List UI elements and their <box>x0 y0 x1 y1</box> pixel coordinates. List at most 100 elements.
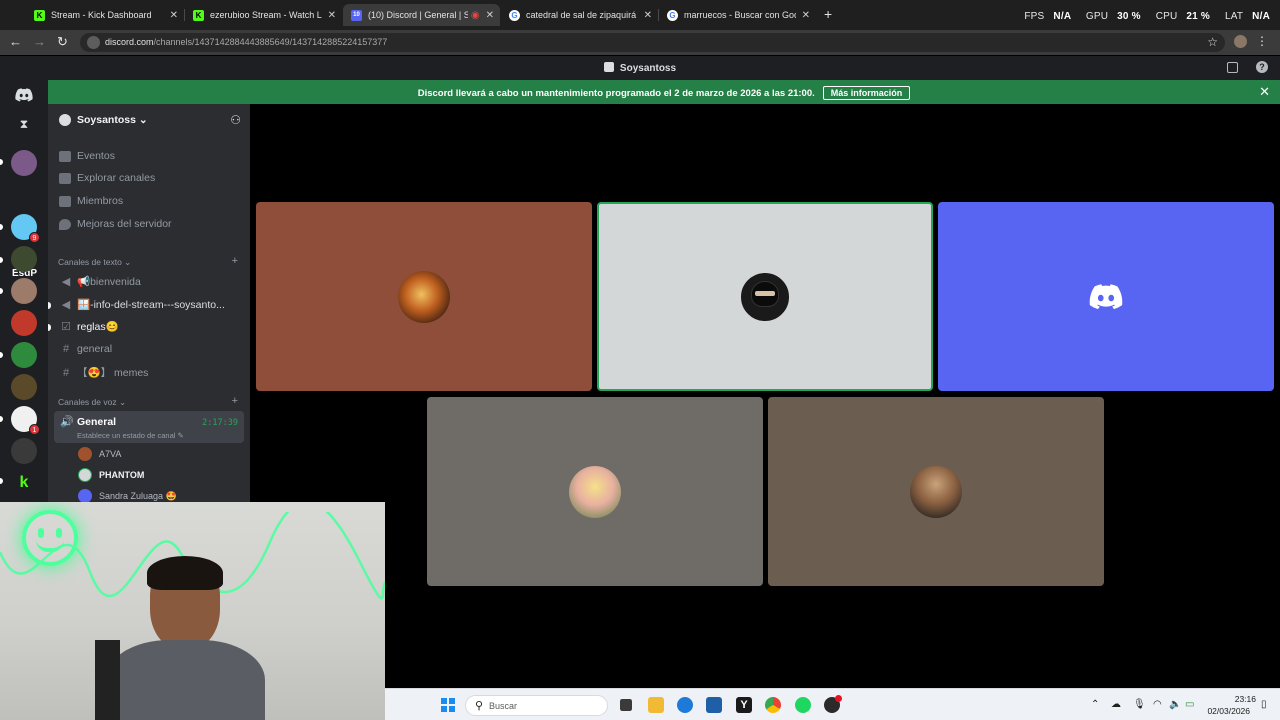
taskbar-search[interactable]: ⚲ Buscar <box>465 695 608 716</box>
server-name-text: Soysantoss <box>77 114 136 126</box>
text-channels-category[interactable]: Canales de texto ⌄ <box>58 257 131 268</box>
clock-time[interactable]: 23:16 <box>1235 694 1256 704</box>
volume-icon[interactable]: 🔈 <box>1169 699 1181 710</box>
performance-overlay: FPS N/A GPU 30 % CPU 21 % LAT N/A <box>1018 11 1270 22</box>
channels-icon <box>59 172 71 184</box>
server-icon-5[interactable] <box>11 310 37 336</box>
chrome-icon[interactable] <box>765 697 781 713</box>
server-icon-1[interactable] <box>11 150 37 176</box>
tab-kick-dashboard[interactable]: K Stream - Kick Dashboard ✕ <box>26 4 184 26</box>
obs-icon[interactable] <box>824 695 842 713</box>
close-tab-icon[interactable]: ✕ <box>486 10 494 21</box>
battery-icon[interactable]: ▭ <box>1185 699 1194 710</box>
new-tab-button[interactable]: + <box>824 6 832 22</box>
close-tab-icon[interactable]: ✕ <box>644 10 652 21</box>
server-icon-9[interactable] <box>11 438 37 464</box>
set-channel-status[interactable]: Establece un estado de canal ✎ <box>77 431 184 440</box>
store-icon[interactable] <box>706 697 722 713</box>
tab-title: catedral de sal de zipaquirá - B <box>526 10 638 20</box>
menu-members[interactable]: Miembros <box>59 195 123 207</box>
channel-label: 🪟-info-del-stream---soysanto... <box>77 299 225 311</box>
tab-discord[interactable]: 10 (10) Discord | General | Soy ◉ ✕ <box>343 4 500 26</box>
voice-channels-category[interactable]: Canales de voz ⌄ <box>58 397 126 408</box>
avatar <box>569 465 621 518</box>
channel-reglas[interactable]: ☑ reglas😊 <box>59 320 119 333</box>
hash-icon: # <box>62 366 70 379</box>
avatar <box>910 465 962 518</box>
voice-channel-general[interactable]: 🔊 General 2:17:39 Establece un estado de… <box>54 411 244 443</box>
address-bar[interactable]: discord.com/channels/1437142884443885649… <box>80 33 1225 52</box>
close-tab-icon[interactable]: ✕ <box>170 10 178 21</box>
show-hidden-icons-icon[interactable]: ⌃ <box>1091 699 1099 710</box>
avatar <box>739 270 791 323</box>
create-voice-channel-icon[interactable]: + <box>232 395 238 407</box>
create-text-channel-icon[interactable]: + <box>232 255 238 267</box>
wifi-icon[interactable]: ◠ <box>1153 699 1162 710</box>
channel-general[interactable]: # general <box>59 343 112 355</box>
edge-icon[interactable] <box>677 697 693 713</box>
server-icon-7[interactable] <box>11 374 37 400</box>
close-tab-icon[interactable]: ✕ <box>328 10 336 21</box>
members-icon <box>59 195 71 207</box>
participant-tile-4[interactable] <box>427 397 763 586</box>
server-icon-4[interactable] <box>11 278 37 304</box>
rules-icon: ☑ <box>61 321 71 333</box>
hourglass-icon[interactable]: ⧗ <box>11 111 37 137</box>
atlas-server-icon[interactable] <box>11 246 37 272</box>
onedrive-icon[interactable]: ☁ <box>1111 699 1121 710</box>
add-member-icon[interactable]: ⚇ <box>230 113 241 127</box>
tab-title: (10) Discord | General | Soy <box>368 10 468 20</box>
site-info-icon[interactable] <box>87 36 100 49</box>
participant-tile-5[interactable] <box>768 397 1104 586</box>
server-icon-6[interactable] <box>11 342 37 368</box>
channel-memes[interactable]: # 【😍】 memes <box>59 365 148 380</box>
tab-title: ezerubioo Stream - Watch Live <box>210 10 322 20</box>
start-icon[interactable] <box>440 697 456 713</box>
menu-server-boost[interactable]: Mejoras del servidor <box>59 218 172 230</box>
close-icon[interactable]: ✕ <box>1259 84 1270 100</box>
menu-browse-channels[interactable]: Explorar canales <box>59 172 155 184</box>
file-explorer-icon[interactable] <box>648 697 664 713</box>
tab-title: marruecos - Buscar con Google <box>684 10 796 20</box>
snowflake-server-icon[interactable]: 9 <box>11 214 40 243</box>
skull-server-icon[interactable]: 1 <box>11 406 40 435</box>
search-icon: ⚲ <box>475 700 484 712</box>
maintenance-banner: Discord llevará a cabo un mantenimiento … <box>48 80 1280 104</box>
task-view-icon[interactable] <box>620 699 632 711</box>
channel-info-del-stream[interactable]: ◀ 🪟-info-del-stream---soysanto... <box>59 298 225 311</box>
browser-menu-icon[interactable]: ⋮ <box>1256 34 1268 48</box>
kick-server-icon[interactable]: k <box>11 470 37 496</box>
back-icon[interactable]: ← <box>9 34 22 49</box>
participant-tile-a7va[interactable] <box>256 202 592 391</box>
google-icon: G <box>667 9 678 21</box>
voice-user-a7va[interactable]: A7VA <box>78 447 121 461</box>
notification-icon[interactable]: ▯ <box>1261 699 1267 710</box>
inbox-icon[interactable] <box>1227 62 1238 73</box>
lat-value: N/A <box>1252 11 1270 22</box>
kick-icon: K <box>193 9 204 21</box>
reload-icon[interactable]: ↻ <box>57 34 68 50</box>
voice-user-sandra[interactable]: Sandra Zuluaga 🤩 <box>78 489 177 503</box>
window-title: Soysantoss <box>0 62 1280 74</box>
tab-catedral[interactable]: G catedral de sal de zipaquirá - B ✕ <box>501 4 658 26</box>
server-name[interactable]: Soysantoss ⌄ <box>77 114 148 126</box>
close-tab-icon[interactable]: ✕ <box>802 10 810 21</box>
participant-tile-sandra[interactable] <box>938 202 1274 391</box>
microphone-icon[interactable]: 🎙 <box>1133 699 1146 710</box>
voice-user-phantom[interactable]: PHANTOM <box>78 468 144 482</box>
help-icon[interactable]: ? <box>1256 61 1268 73</box>
tab-kick-stream[interactable]: K ezerubioo Stream - Watch Live ✕ <box>185 4 342 26</box>
server-header[interactable]: Soysantoss ⌄ ⚇ <box>48 104 250 137</box>
more-info-button[interactable]: Más información <box>822 86 911 100</box>
bookmark-star-icon[interactable]: ☆ <box>1207 35 1218 49</box>
profile-avatar[interactable] <box>1234 35 1247 48</box>
participant-tile-phantom[interactable] <box>597 202 933 391</box>
tab-marruecos[interactable]: G marruecos - Buscar con Google ✕ <box>659 4 816 26</box>
forward-icon[interactable]: → <box>33 34 46 49</box>
spotify-icon[interactable] <box>795 697 811 713</box>
clock-date[interactable]: 02/03/2026 <box>1207 706 1250 716</box>
channel-bienvenida[interactable]: ◀ 📢bienvenida <box>59 275 141 288</box>
app-y-icon[interactable]: Y <box>736 697 752 713</box>
menu-events[interactable]: Eventos <box>59 150 115 162</box>
discord-home-icon[interactable] <box>11 82 37 108</box>
